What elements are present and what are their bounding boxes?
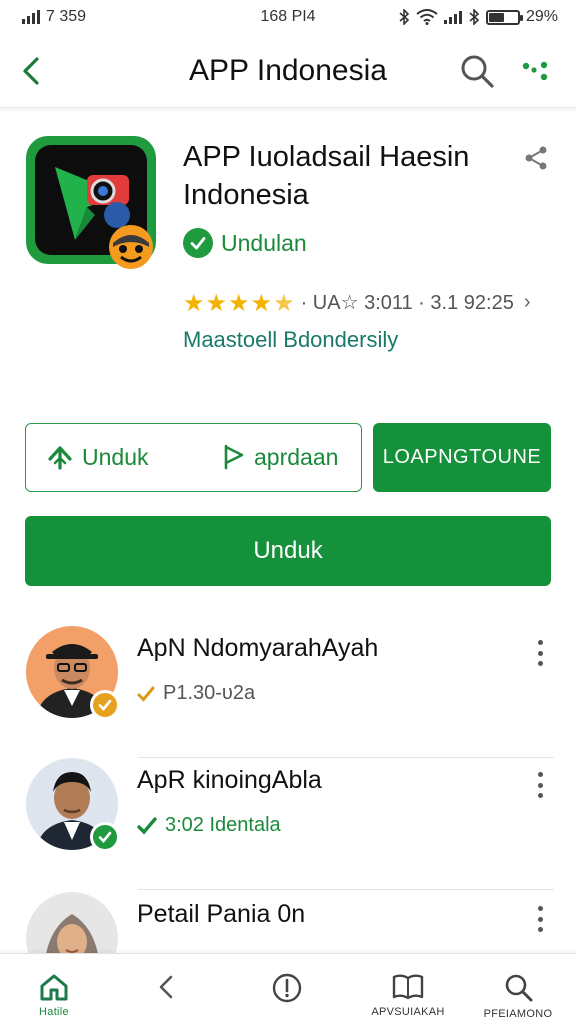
app-title-line1: APP Iuoladsail Haesin xyxy=(183,141,470,173)
avatar xyxy=(26,758,120,852)
signal-icon xyxy=(22,10,40,24)
app-title: APP Iuoladsail Haesin Indonesia xyxy=(183,138,503,214)
nav-label-search: PFEIAMONO xyxy=(483,1008,553,1020)
status-badge xyxy=(90,690,120,720)
rating-row[interactable]: ★ ★ ★ ★ ★ · UA☆ 3:011 · 3.1 92:25 › xyxy=(183,290,553,315)
avatar xyxy=(26,626,120,720)
share-button[interactable] xyxy=(522,144,550,172)
wifi-icon xyxy=(416,9,438,25)
overflow-menu-button[interactable] xyxy=(518,56,554,86)
list-item[interactable]: ApN NdomyarahAyah P1.30-υ2a xyxy=(0,626,576,758)
bluetooth-icon xyxy=(399,9,410,25)
battery-fill xyxy=(488,12,505,22)
download-outline-button[interactable]: Unduk xyxy=(46,424,148,490)
more-options-button[interactable] xyxy=(528,638,552,668)
star-icon: ★ xyxy=(250,288,273,317)
verified-check-icon xyxy=(183,228,213,258)
app-icon-inner xyxy=(35,145,153,269)
nav-item-search[interactable]: PFEIAMONO xyxy=(470,954,566,1024)
share-icon xyxy=(525,146,547,170)
status-badge xyxy=(90,822,120,852)
face-emblem-icon xyxy=(109,225,153,269)
leaf-check-icon xyxy=(137,816,157,835)
nav-label-library: APVSUIAKAH xyxy=(371,1006,445,1018)
list-item-name: Petail Pania 0n xyxy=(137,900,306,928)
signal-strength-icon xyxy=(443,10,462,24)
rating-text: · UA☆ 3:011 · 3.1 92:25 xyxy=(300,292,514,314)
outline-button-group: Unduk aprdaan xyxy=(25,423,362,492)
status-left: 7 359 xyxy=(22,8,86,26)
flag-icon xyxy=(224,444,244,470)
book-icon xyxy=(392,974,424,1000)
list-item-subtitle-row: P1.30-υ2a xyxy=(137,682,255,705)
checkmark-icon xyxy=(137,686,155,702)
nav-item-home[interactable]: Hatile xyxy=(6,954,102,1024)
star-icon: ★ xyxy=(183,288,205,317)
developer-link[interactable]: Maastoell Bdondersily xyxy=(183,327,398,353)
nav-item-library[interactable]: APVSUIAKAH xyxy=(360,954,456,1024)
bookmark-outline-label: aprdaan xyxy=(254,443,339,470)
star-icon: ★ xyxy=(205,288,228,317)
app-icon xyxy=(26,136,156,269)
back-icon xyxy=(159,975,173,999)
battery-icon xyxy=(485,9,523,25)
status-left-text: 7 359 xyxy=(46,8,87,25)
bottom-navigation: Hatile APVSUIAKAH PFEIAMONO xyxy=(0,953,576,1024)
nav-item-info[interactable] xyxy=(239,954,335,1024)
status-right: 29% xyxy=(398,8,558,26)
verified-row: Undulan xyxy=(183,228,307,258)
download-outline-label: Unduk xyxy=(82,443,149,470)
status-bar: 7 359 168 PI4 29% xyxy=(0,0,576,34)
search-button[interactable] xyxy=(458,52,496,90)
check-icon xyxy=(98,831,112,843)
more-options-button[interactable] xyxy=(528,770,552,800)
loading-button[interactable]: LOAPNGTOUNE xyxy=(373,423,551,492)
search-icon xyxy=(505,974,533,1002)
download-primary-button[interactable]: Unduk xyxy=(25,516,551,586)
list-item-subtitle-row: 3:02 Identala xyxy=(137,814,281,837)
list-item-subtitle: P1.30-υ2a xyxy=(163,682,256,704)
bluetooth-secondary-icon xyxy=(469,9,480,25)
arrow-up-icon xyxy=(48,446,72,470)
battery-text: 29% xyxy=(525,8,558,25)
rating-stars: ★ ★ ★ ★ ★ xyxy=(183,291,295,315)
verified-label: Undulan xyxy=(221,229,307,256)
home-icon xyxy=(40,974,68,1001)
info-icon xyxy=(272,973,302,1003)
app-title-line2: Indonesia xyxy=(183,179,309,211)
list-item-subtitle: 3:02 Identala xyxy=(165,814,281,836)
divider xyxy=(138,889,554,890)
star-half-icon: ★ xyxy=(273,288,295,317)
more-options-button[interactable] xyxy=(528,904,552,934)
check-icon xyxy=(98,699,112,711)
list-item-name: ApN NdomyarahAyah xyxy=(137,634,379,662)
chevron-right-icon: › xyxy=(523,291,531,313)
app-bar: APP Indonesia xyxy=(0,34,576,108)
bookmark-outline-button[interactable]: aprdaan xyxy=(222,424,338,490)
search-icon xyxy=(461,55,494,88)
star-icon: ★ xyxy=(228,288,250,317)
nav-label-home: Hatile xyxy=(39,1006,69,1018)
dots-menu-icon xyxy=(522,61,548,81)
nav-item-back[interactable] xyxy=(118,954,214,1024)
list-item-name: ApR kinoingAbla xyxy=(137,766,322,794)
list-item[interactable]: ApR kinoingAbla 3:02 Identala xyxy=(0,758,576,890)
